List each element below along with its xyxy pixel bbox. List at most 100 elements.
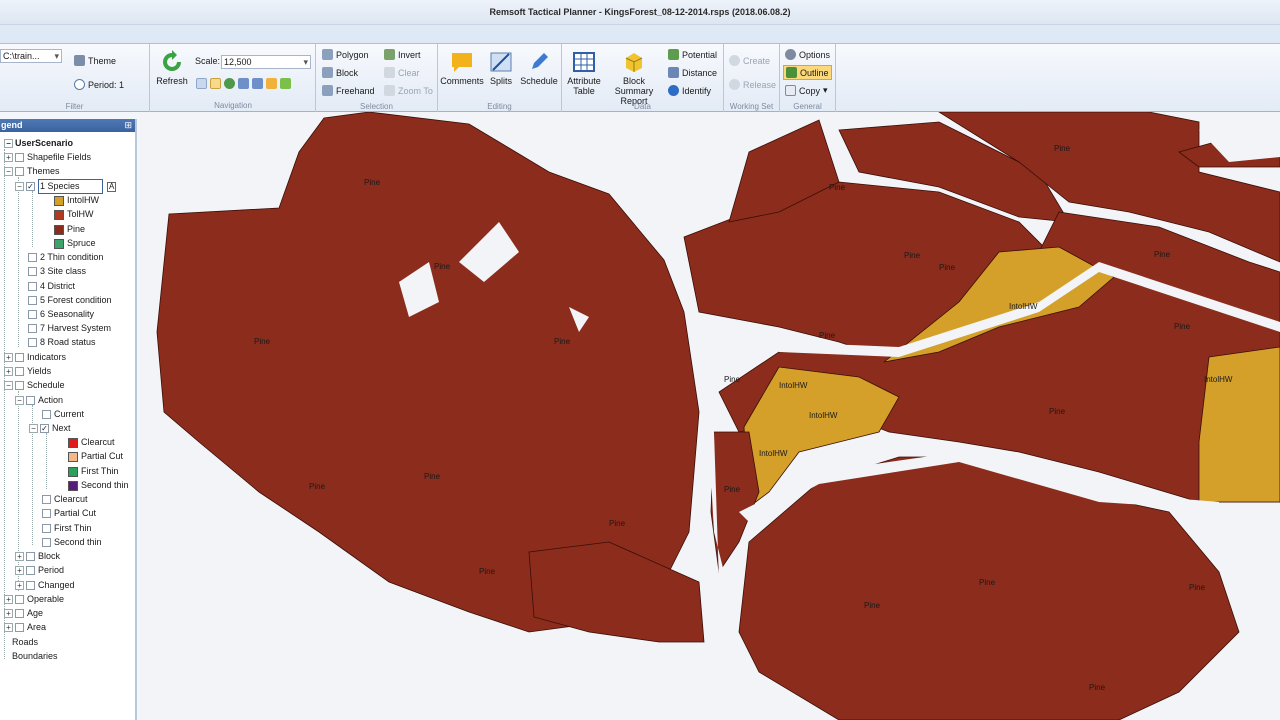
options-button[interactable]: Options bbox=[785, 49, 830, 60]
checkbox[interactable] bbox=[26, 552, 35, 561]
block-summary-report-button[interactable]: Block Summary Report bbox=[604, 50, 664, 106]
tree-item-age[interactable]: + Age bbox=[4, 607, 43, 620]
expand-icon[interactable]: + bbox=[4, 609, 13, 618]
pin-icon[interactable]: ⊞ bbox=[124, 119, 132, 132]
stand-polygon[interactable] bbox=[738, 456, 1240, 720]
tree-item-forest-condition[interactable]: 5 Forest condition bbox=[28, 294, 112, 307]
tree-item-road-status[interactable]: 8 Road status bbox=[28, 336, 96, 349]
stand-polygon[interactable] bbox=[1198, 346, 1280, 503]
checkbox[interactable] bbox=[15, 153, 24, 162]
tree-item-harvest-system[interactable]: 7 Harvest System bbox=[28, 322, 111, 335]
checkbox[interactable] bbox=[42, 524, 51, 533]
map-view[interactable]: Pine Pine Pine Pine Pine Pine Pine Pine … bbox=[139, 112, 1280, 720]
expand-icon[interactable]: + bbox=[4, 353, 13, 362]
expand-icon[interactable]: + bbox=[15, 552, 24, 561]
zoom-selection-icon[interactable] bbox=[252, 78, 263, 89]
tree-item-changed[interactable]: + Changed bbox=[15, 579, 75, 592]
tree-item-period[interactable]: + Period bbox=[15, 564, 64, 577]
tree-item-schedule[interactable]: − Schedule bbox=[4, 379, 65, 392]
tree-item-site-class[interactable]: 3 Site class bbox=[28, 265, 86, 278]
collapse-icon[interactable]: − bbox=[15, 182, 24, 191]
tree-item-1-species[interactable]: − ✓ 1 Species A bbox=[15, 179, 117, 194]
tree-item-roads[interactable]: Roads bbox=[12, 636, 38, 649]
collapse-icon[interactable]: − bbox=[15, 396, 24, 405]
checkbox[interactable] bbox=[26, 581, 35, 590]
label-toggle-icon[interactable]: A bbox=[107, 181, 117, 192]
pan-icon[interactable] bbox=[210, 78, 221, 89]
checkbox[interactable] bbox=[15, 353, 24, 362]
release-button[interactable]: Release bbox=[729, 79, 776, 90]
collapse-icon[interactable]: − bbox=[4, 139, 13, 148]
tree-item-operable[interactable]: + Operable bbox=[4, 593, 64, 606]
freehand-button[interactable]: Freehand bbox=[322, 85, 375, 96]
checkbox[interactable] bbox=[28, 267, 37, 276]
expand-icon[interactable]: + bbox=[4, 153, 13, 162]
expand-icon[interactable]: + bbox=[15, 581, 24, 590]
identify-button[interactable]: Identify bbox=[668, 85, 711, 96]
tree-item-shapefile-fields[interactable]: + Shapefile Fields bbox=[4, 151, 91, 164]
tree-item-seasonality[interactable]: 6 Seasonality bbox=[28, 308, 94, 321]
expand-icon[interactable]: + bbox=[4, 595, 13, 604]
checkbox[interactable] bbox=[15, 367, 24, 376]
tree-item-district[interactable]: 4 District bbox=[28, 280, 75, 293]
tree-item-second-thin[interactable]: Second thin bbox=[42, 536, 102, 549]
zoom-to-button[interactable]: Zoom To bbox=[384, 85, 433, 96]
globe-icon[interactable] bbox=[224, 78, 235, 89]
checkbox[interactable] bbox=[42, 509, 51, 518]
checkbox[interactable] bbox=[28, 282, 37, 291]
tree-item-clearcut[interactable]: Clearcut bbox=[42, 493, 88, 506]
distance-button[interactable]: Distance bbox=[668, 67, 717, 78]
zoom-icon[interactable] bbox=[196, 78, 207, 89]
checkbox[interactable] bbox=[15, 623, 24, 632]
checkbox[interactable] bbox=[15, 609, 24, 618]
expand-icon[interactable]: + bbox=[15, 566, 24, 575]
refresh-button[interactable]: Refresh bbox=[156, 50, 188, 86]
collapse-icon[interactable]: − bbox=[29, 424, 38, 433]
zoom-extent-icon[interactable] bbox=[238, 78, 249, 89]
tree-item-indicators[interactable]: + Indicators bbox=[4, 351, 66, 364]
tree-item-themes[interactable]: − Themes bbox=[4, 165, 60, 178]
checkbox[interactable]: ✓ bbox=[26, 182, 35, 191]
scenario-combo[interactable]: C:\train... ▾ bbox=[0, 49, 62, 63]
checkbox[interactable] bbox=[42, 538, 51, 547]
collapse-icon[interactable]: − bbox=[4, 167, 13, 176]
checkbox[interactable] bbox=[42, 495, 51, 504]
checkbox[interactable] bbox=[26, 396, 35, 405]
scale-input[interactable]: 12,500 ▾ bbox=[221, 55, 311, 69]
checkbox[interactable]: ✓ bbox=[40, 424, 49, 433]
tree-item-userscenario[interactable]: − UserScenario bbox=[4, 137, 73, 150]
copy-button[interactable]: Copy ▾ bbox=[785, 85, 828, 96]
checkbox[interactable] bbox=[28, 296, 37, 305]
period-button[interactable]: Period: 1 bbox=[74, 79, 124, 90]
polygon-button[interactable]: Polygon bbox=[322, 49, 369, 60]
checkbox[interactable] bbox=[28, 338, 37, 347]
checkbox[interactable] bbox=[28, 310, 37, 319]
tree-item-first-thin[interactable]: First Thin bbox=[42, 522, 91, 535]
tree-item-action[interactable]: − Action bbox=[15, 394, 63, 407]
outline-toggle[interactable]: Outline bbox=[783, 65, 832, 80]
collapse-icon[interactable]: − bbox=[4, 381, 13, 390]
tree-item-yields[interactable]: + Yields bbox=[4, 365, 51, 378]
map-canvas[interactable]: Pine Pine Pine Pine Pine Pine Pine Pine … bbox=[139, 112, 1280, 720]
tree-item-partial-cut[interactable]: Partial Cut bbox=[42, 507, 96, 520]
schedule-button[interactable]: Schedule bbox=[520, 50, 558, 86]
theme-button[interactable]: Theme bbox=[74, 55, 116, 66]
tree-item-current[interactable]: Current bbox=[42, 408, 84, 421]
checkbox[interactable] bbox=[42, 410, 51, 419]
previous-extent-icon[interactable] bbox=[266, 78, 277, 89]
tree-item-thin-condition[interactable]: 2 Thin condition bbox=[28, 251, 103, 264]
tree-item-boundaries[interactable]: Boundaries bbox=[12, 650, 58, 663]
checkbox[interactable] bbox=[28, 253, 37, 262]
attribute-table-button[interactable]: Attribute Table bbox=[564, 50, 604, 96]
splits-button[interactable]: Splits bbox=[486, 50, 516, 86]
back-arrow-icon[interactable] bbox=[280, 78, 291, 89]
comments-button[interactable]: Comments bbox=[440, 50, 484, 86]
tree-item-block[interactable]: + Block bbox=[15, 550, 60, 563]
checkbox[interactable] bbox=[15, 167, 24, 176]
expand-icon[interactable]: + bbox=[4, 367, 13, 376]
create-button[interactable]: Create bbox=[729, 55, 770, 66]
tree-item-area[interactable]: + Area bbox=[4, 621, 46, 634]
checkbox[interactable] bbox=[26, 566, 35, 575]
checkbox[interactable] bbox=[15, 381, 24, 390]
checkbox[interactable] bbox=[15, 595, 24, 604]
